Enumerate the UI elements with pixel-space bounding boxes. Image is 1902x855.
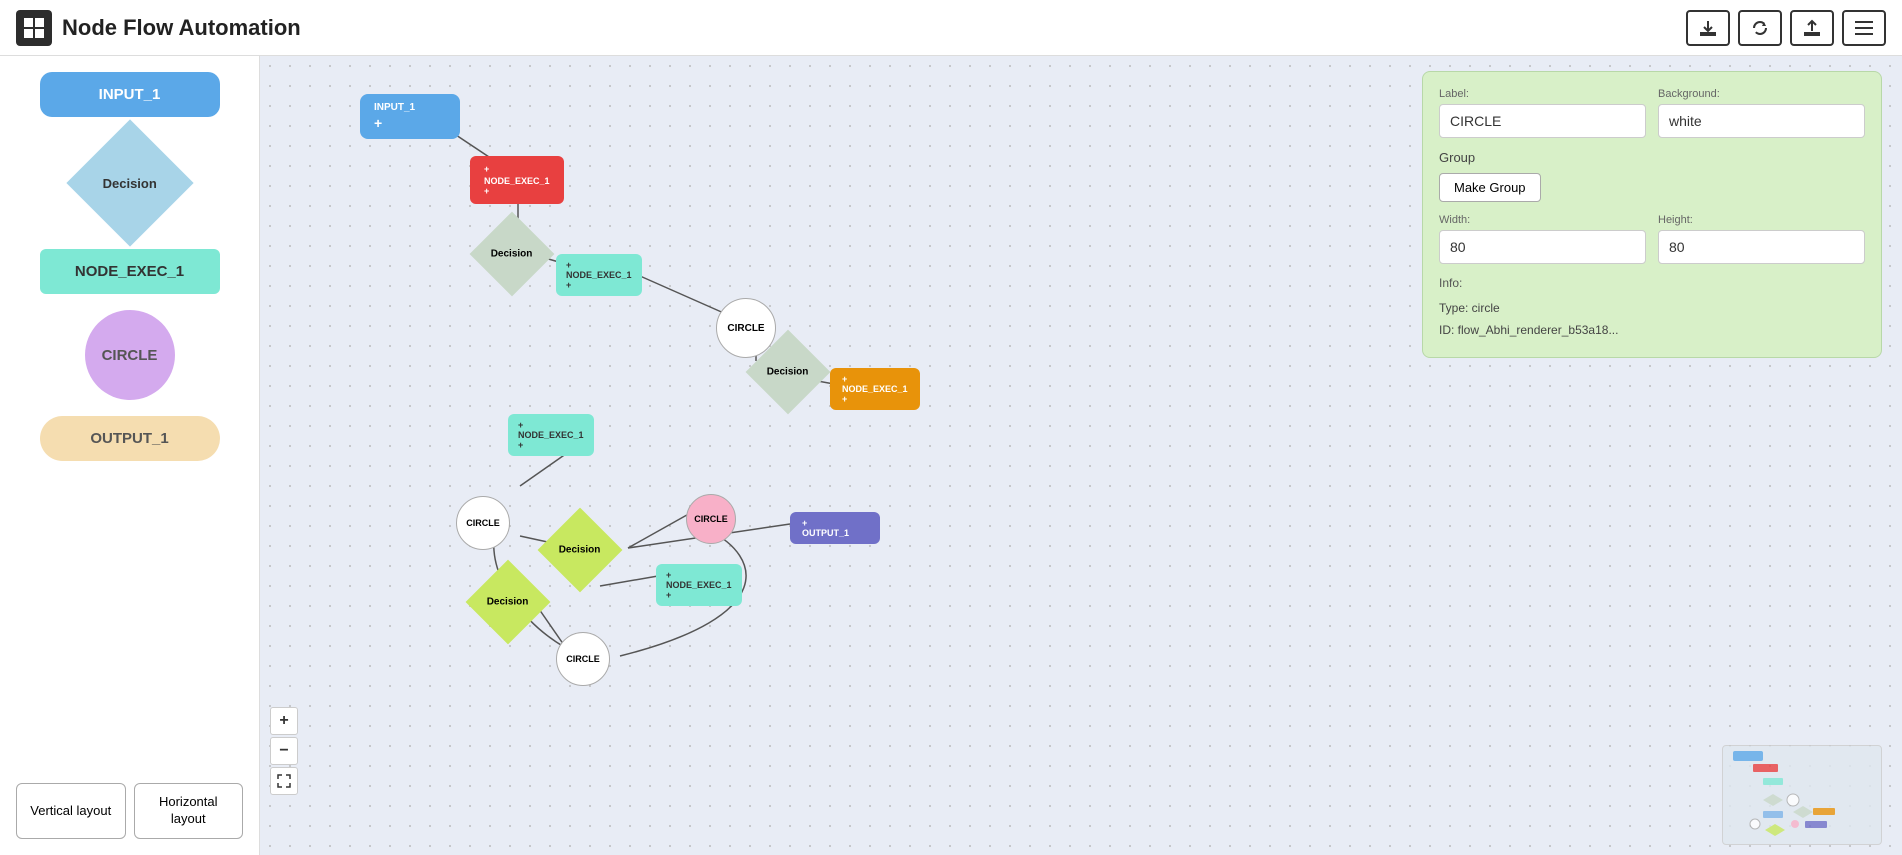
canvas-node-exec-teal1[interactable]: + NODE_EXEC_1 + [556,254,642,296]
sidebar-node-input[interactable]: INPUT_1 [16,72,243,117]
canvas-node-exec-teal3[interactable]: + NODE_EXEC_1 + [656,564,742,606]
type-info: Type: circle [1439,298,1865,320]
properties-panel: Label: Background: Group Make Group Widt… [1422,71,1882,358]
canvas-decision1-label: Decision [491,249,533,260]
label-input[interactable] [1439,104,1646,138]
exec-node-label: NODE_EXEC_1 [40,249,220,294]
id-info: ID: flow_Abhi_renderer_b53a18... [1439,320,1865,342]
height-field: Height: [1658,214,1865,264]
zoom-fit-button[interactable] [270,767,298,795]
zoom-out-button[interactable]: − [270,737,298,765]
canvas-node-exec-teal2[interactable]: + NODE_EXEC_1 + [508,414,594,456]
canvas-node-decision-green1[interactable]: Decision [538,508,623,593]
group-label: Group [1439,150,1865,165]
canvas-node-circle-white2[interactable]: CIRCLE [456,496,510,550]
input-node-label: INPUT_1 [40,72,220,117]
canvas-node-circle-pink[interactable]: CIRCLE [686,494,736,544]
info-section-label: Info: [1439,276,1865,290]
zoom-in-button[interactable]: + [270,707,298,735]
canvas-node-circle-white3[interactable]: CIRCLE [556,632,610,686]
canvas-decision2-label: Decision [767,367,809,378]
sidebar-node-circle[interactable]: CIRCLE [16,310,243,400]
header-toolbar [1686,10,1886,46]
zoom-controls: + − [270,707,298,795]
background-input[interactable] [1658,104,1865,138]
width-input[interactable] [1439,230,1646,264]
background-field: Background: [1658,88,1865,138]
sidebar: INPUT_1 Decision NODE_EXEC_1 CIRCLE OUTP… [0,56,260,855]
label-field: Label: [1439,88,1646,138]
canvas-node-input1[interactable]: INPUT_1 + [360,94,460,139]
download-button[interactable] [1686,10,1730,46]
background-field-label: Background: [1658,88,1865,100]
canvas-area[interactable]: INPUT_1 + + NODE_EXEC_1 + Decision + NOD… [260,56,1902,855]
mini-map [1722,745,1882,845]
canvas-node-exec-red[interactable]: + NODE_EXEC_1 + [470,156,564,204]
app-title: Node Flow Automation [62,15,301,41]
circle-node-label: CIRCLE [85,310,175,400]
layout-buttons: Vertical layout Horizontal layout [16,783,243,839]
output-node-label: OUTPUT_1 [40,416,220,461]
main-layout: INPUT_1 Decision NODE_EXEC_1 CIRCLE OUTP… [0,56,1902,855]
canvas-node-decision-green2[interactable]: Decision [466,560,551,645]
label-field-label: Label: [1439,88,1646,100]
horizontal-layout-button[interactable]: Horizontal layout [134,783,244,839]
header: Node Flow Automation [0,0,1902,56]
canvas-input1-label: INPUT_1 [374,102,446,113]
header-left: Node Flow Automation [16,10,301,46]
sidebar-node-output[interactable]: OUTPUT_1 [16,416,243,461]
width-label: Width: [1439,214,1646,226]
app-logo [16,10,52,46]
make-group-button[interactable]: Make Group [1439,173,1541,202]
label-background-row: Label: Background: [1439,88,1865,138]
height-input[interactable] [1658,230,1865,264]
canvas-node-exec-orange[interactable]: + NODE_EXEC_1 + [830,368,920,410]
refresh-button[interactable] [1738,10,1782,46]
canvas-decision-green2-label: Decision [487,597,529,608]
width-height-row: Width: Height: [1439,214,1865,264]
height-label: Height: [1658,214,1865,226]
decision-node-shape: Decision [66,119,193,246]
sidebar-node-exec[interactable]: NODE_EXEC_1 [16,249,243,294]
width-field: Width: [1439,214,1646,264]
vertical-layout-button[interactable]: Vertical layout [16,783,126,839]
canvas-node-decision1[interactable]: Decision [470,212,555,297]
sidebar-node-decision[interactable]: Decision [16,133,243,233]
info-content: Type: circle ID: flow_Abhi_renderer_b53a… [1439,298,1865,341]
canvas-decision-green1-label: Decision [559,545,601,556]
menu-button[interactable] [1842,10,1886,46]
upload-button[interactable] [1790,10,1834,46]
decision-node-label: Decision [102,176,156,191]
canvas-node-output1[interactable]: + OUTPUT_1 [790,512,880,544]
